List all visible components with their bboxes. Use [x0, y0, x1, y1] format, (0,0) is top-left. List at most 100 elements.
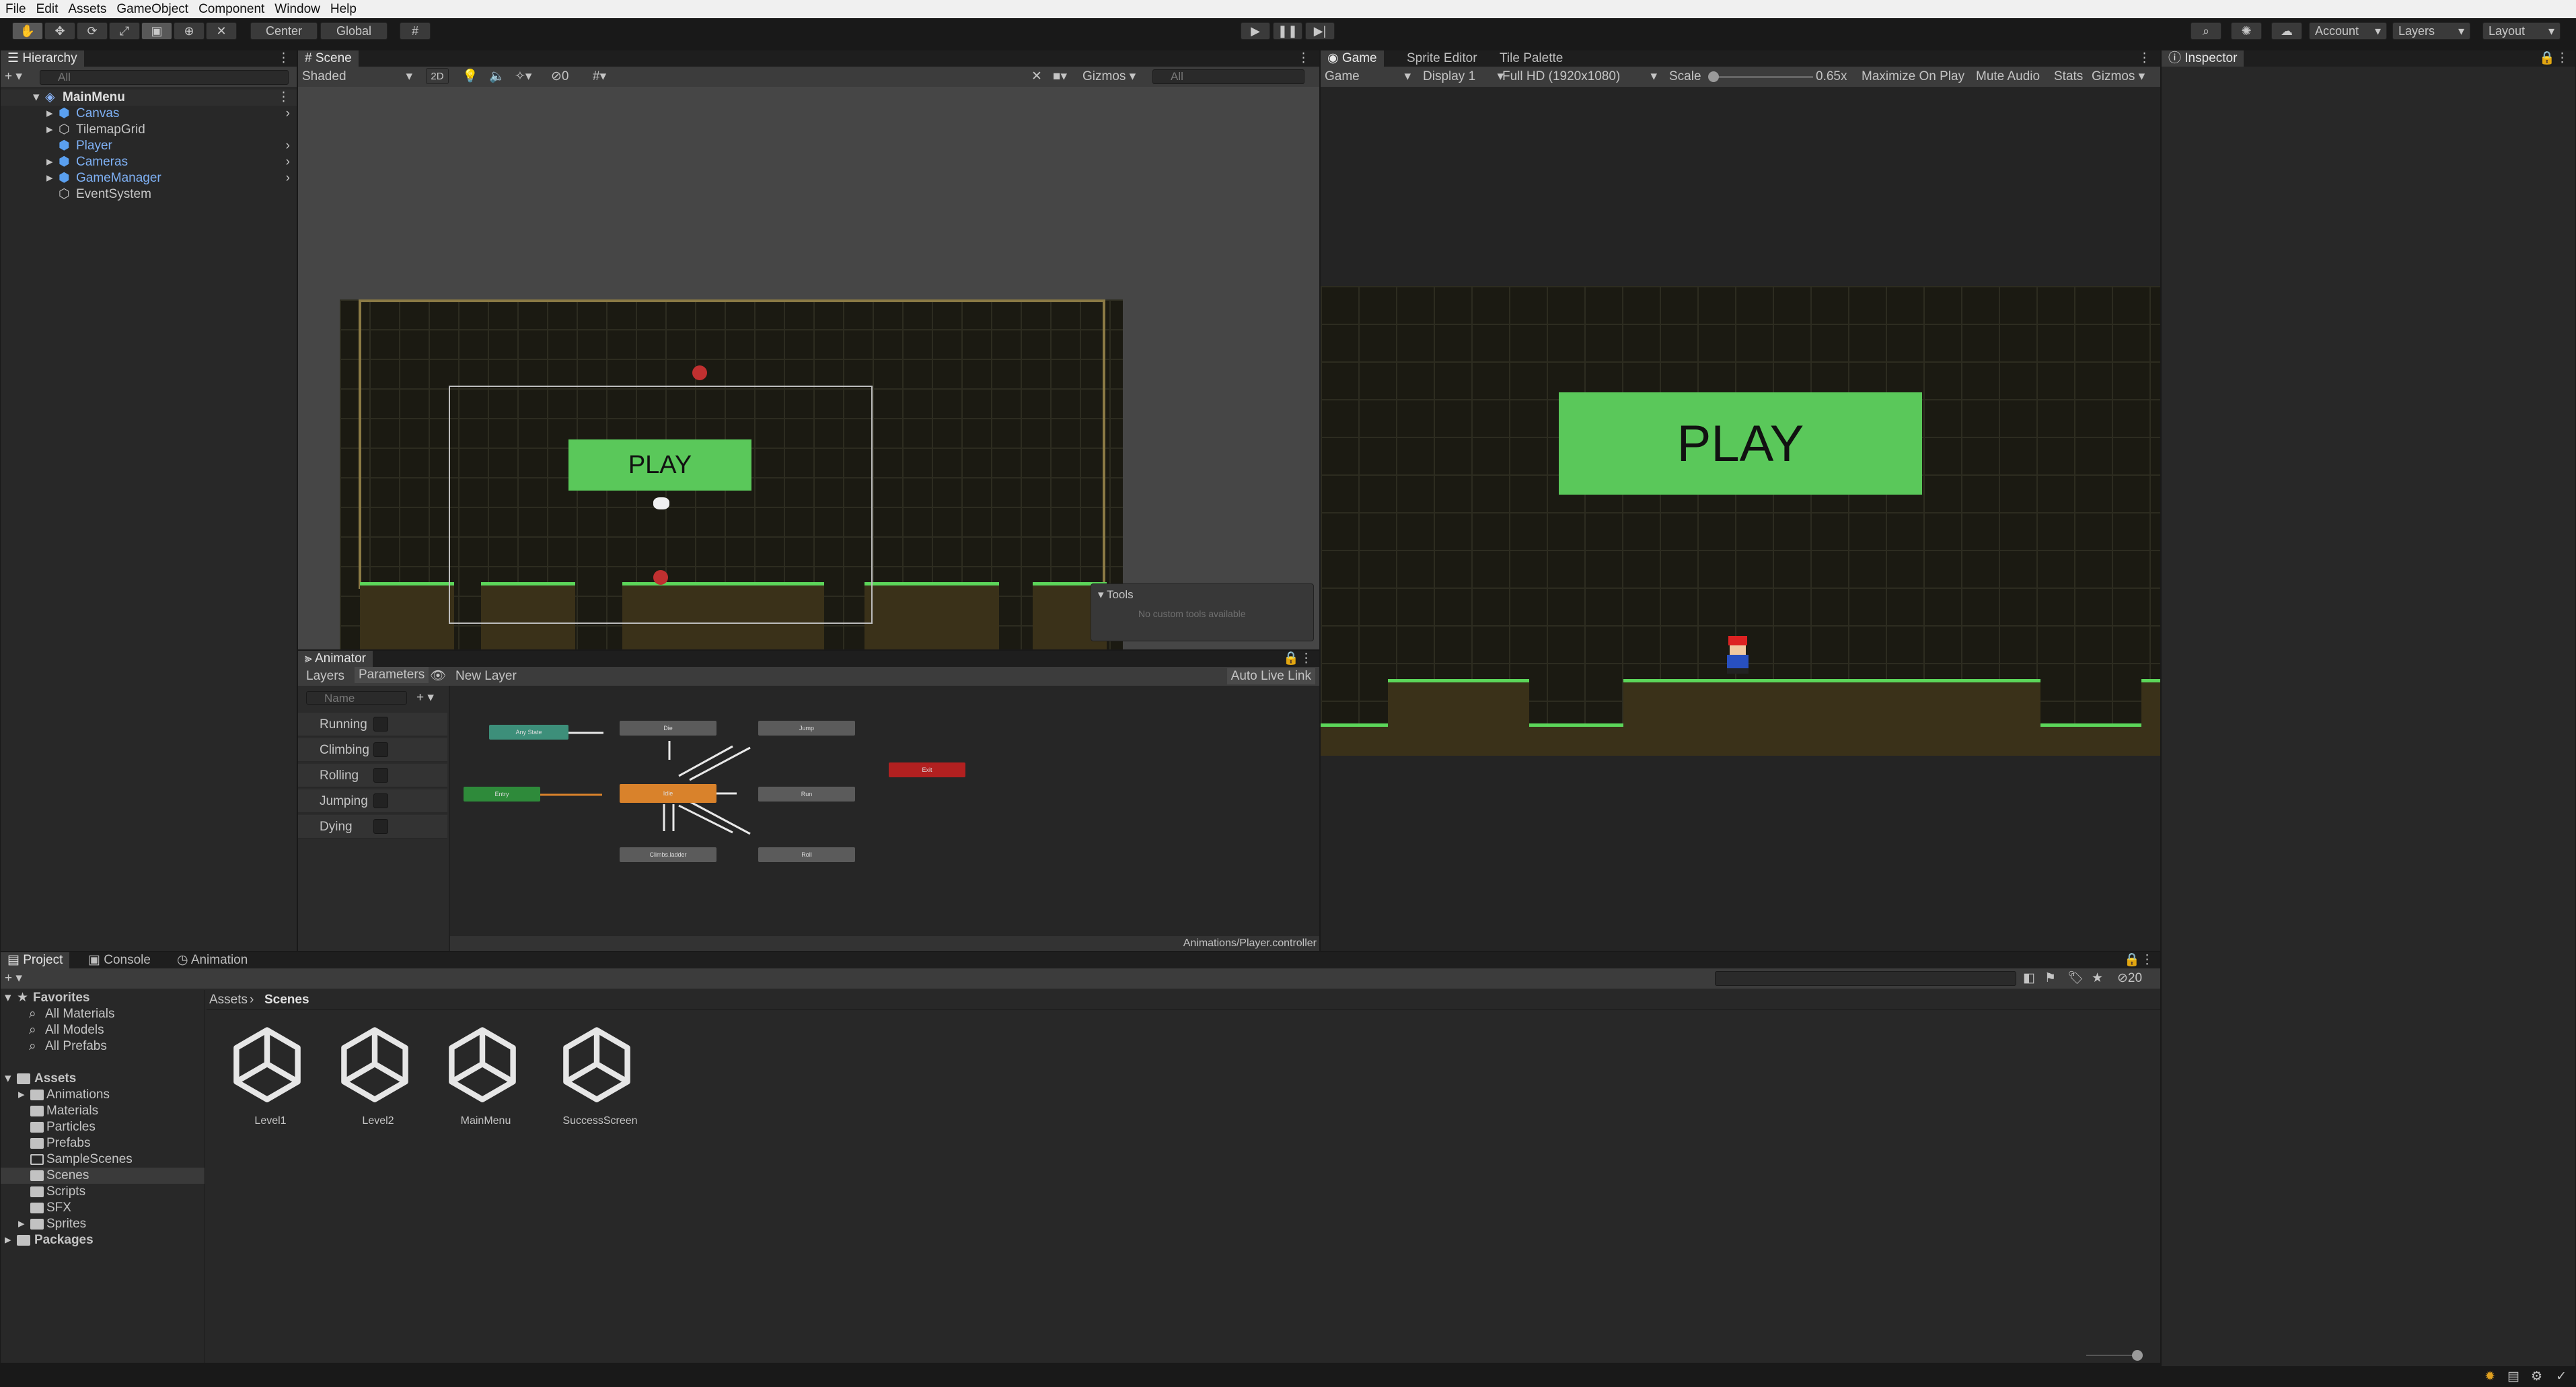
hierarchy-item-canvas[interactable]: ▸ ⬢ Canvas › [1, 106, 297, 122]
state-die[interactable]: Die [620, 721, 716, 736]
hierarchy-item-player[interactable]: ⬢ Player › [1, 138, 297, 154]
hierarchy-item-gamemanager[interactable]: ▸ ⬢ GameManager › [1, 170, 297, 186]
pivot-global-toggle[interactable]: Global [320, 22, 388, 40]
kebab-menu-icon[interactable]: ⋮ [2556, 50, 2569, 67]
menu-edit[interactable]: Edit [31, 2, 63, 17]
breadcrumb-assets[interactable]: Assets [209, 992, 248, 1008]
scene-root-row[interactable]: ▾ ◈ MainMenu ⋮ [1, 90, 297, 106]
state-run[interactable]: Run [758, 787, 855, 802]
tab-parameters[interactable]: Parameters [355, 667, 429, 683]
create-asset-icon[interactable]: + ▾ [5, 970, 22, 987]
menu-component[interactable]: Component [193, 2, 269, 17]
state-jump[interactable]: Jump [758, 721, 855, 736]
tag-icon[interactable]: 🏷 [2067, 970, 2084, 987]
game-gizmos-dropdown[interactable]: Gizmos ▾ [2092, 69, 2145, 85]
folder-scenes[interactable]: Scenes [1, 1168, 205, 1184]
pivot-center-toggle[interactable]: Center [250, 22, 318, 40]
parameter-checkbox[interactable] [373, 742, 388, 757]
scene-asset-mainmenu[interactable]: MainMenu [435, 1024, 536, 1138]
transform-tool-icon[interactable]: ⊕ [174, 22, 205, 40]
tab-game[interactable]: ◉ Game [1321, 50, 1384, 67]
folder-animations[interactable]: ▸ Animations [1, 1087, 205, 1103]
auto-live-link-toggle[interactable]: Auto Live Link [1226, 668, 1315, 684]
folder-sprites[interactable]: ▸ Sprites [1, 1216, 205, 1232]
layers-dropdown[interactable]: Layers ▾ [2392, 22, 2470, 40]
camera-icon[interactable]: ■▾ [1053, 69, 1067, 85]
parameter-search-input[interactable]: Name [306, 691, 407, 705]
move-tool-icon[interactable]: ✥ [44, 22, 75, 40]
folder-particles[interactable]: Particles [1, 1119, 205, 1135]
layer-breadcrumb[interactable]: New Layer [455, 668, 517, 684]
audio-icon[interactable]: 🔈 [489, 69, 505, 85]
parameter-running[interactable]: Running [298, 713, 447, 737]
toggle-2d-button[interactable]: 2D [426, 68, 449, 84]
pause-button[interactable]: ❚❚ [1273, 22, 1302, 40]
menu-window[interactable]: Window [269, 2, 325, 17]
folder-sfx[interactable]: SFX [1, 1200, 205, 1216]
effects-icon[interactable]: ✧▾ [515, 69, 531, 85]
custom-tool-icon[interactable]: ✕ [206, 22, 237, 40]
eye-icon[interactable]: 👁 [430, 668, 446, 684]
kebab-menu-icon[interactable]: ⋮ [277, 50, 290, 67]
kebab-menu-icon[interactable]: ⋮ [2141, 952, 2154, 968]
play-button[interactable]: ▶ [1241, 22, 1270, 40]
hidden-packages-icon[interactable]: ⊘20 [2117, 970, 2142, 987]
game-view-dropdown[interactable]: Game ▾ [1325, 69, 1411, 85]
assets-root-folder[interactable]: ▾ Assets [1, 1071, 205, 1087]
scale-slider-track[interactable] [1712, 76, 1813, 78]
menu-gameobject[interactable]: GameObject [111, 2, 193, 17]
scale-tool-icon[interactable]: ⤢ [109, 22, 140, 40]
resolution-dropdown[interactable]: Full HD (1920x1080) ▾ [1502, 69, 1657, 85]
scene-asset-successscreen[interactable]: SuccessScreen [543, 1024, 657, 1138]
grid-snap-icon[interactable]: # [400, 22, 431, 40]
parameter-checkbox[interactable] [373, 819, 388, 834]
game-play-button[interactable]: PLAY [1559, 392, 1922, 495]
state-machine-graph[interactable]: Any State Entry Exit Die Jump Idle Run C… [450, 686, 1319, 936]
state-entry[interactable]: Entry [464, 787, 540, 802]
cloud-icon[interactable]: ☁ [2271, 22, 2302, 40]
parameter-climbing[interactable]: Climbing [298, 738, 447, 762]
search-by-label-icon[interactable]: ⚑ [2045, 970, 2056, 987]
scene-search-input[interactable]: All [1152, 69, 1304, 84]
add-icon[interactable]: + ▾ [5, 69, 22, 85]
tab-inspector[interactable]: ⓘ Inspector [2162, 50, 2244, 67]
parameter-jumping[interactable]: Jumping [298, 789, 447, 814]
kebab-menu-icon[interactable]: ⋮ [1297, 50, 1310, 67]
rect-tool-icon[interactable]: ▣ [141, 22, 172, 40]
collab-icon[interactable]: ✺ [2231, 22, 2262, 40]
favorites-section[interactable]: ▾ ★ Favorites [1, 990, 205, 1006]
state-exit[interactable]: Exit [889, 762, 965, 777]
state-any-state[interactable]: Any State [489, 725, 568, 740]
search-by-type-icon[interactable]: ◧ [2023, 970, 2035, 987]
add-parameter-icon[interactable]: + ▾ [416, 690, 434, 706]
rotate-tool-icon[interactable]: ⟳ [77, 22, 108, 40]
hierarchy-item-tilemapgrid[interactable]: ▸ ⬡ TilemapGrid [1, 122, 297, 138]
search-icon[interactable]: ⌕ [2191, 22, 2221, 40]
menu-help[interactable]: Help [325, 2, 361, 17]
hierarchy-search-input[interactable]: All [40, 70, 289, 85]
state-climb-ladder[interactable]: Climbs.ladder [620, 847, 716, 862]
menu-file[interactable]: File [0, 2, 31, 17]
tab-layers[interactable]: Layers [306, 668, 344, 684]
tab-animator[interactable]: ⫸ Animator [298, 651, 373, 667]
packages-root-folder[interactable]: ▸ Packages [1, 1232, 205, 1248]
gizmos-dropdown[interactable]: Gizmos ▾ [1082, 69, 1143, 85]
tab-hierarchy[interactable]: ☰ Hierarchy [1, 50, 84, 67]
tab-scene[interactable]: # Scene [298, 50, 359, 67]
scene-level-tilemap[interactable]: PLAY [340, 299, 1123, 649]
scene-tools-icon[interactable]: ✕ [1031, 69, 1042, 85]
kebab-menu-icon[interactable]: ⋮ [2138, 50, 2151, 67]
lighting-icon[interactable]: 💡 [462, 69, 478, 85]
folder-scripts[interactable]: Scripts [1, 1184, 205, 1200]
grid-toggle-icon[interactable]: #▾ [593, 69, 606, 85]
stats-toggle[interactable]: Stats [2054, 69, 2083, 85]
parameter-checkbox[interactable] [373, 768, 388, 783]
project-search-input[interactable] [1715, 971, 2016, 986]
tab-console[interactable]: ▣ Console [81, 952, 157, 968]
display-dropdown[interactable]: Display 1 ▾ [1423, 69, 1504, 85]
favorite-all-models[interactable]: ⌕ All Models [1, 1022, 205, 1038]
step-button[interactable]: ▶| [1305, 22, 1335, 40]
maximize-on-play-toggle[interactable]: Maximize On Play [1862, 69, 1964, 85]
parameter-rolling[interactable]: Rolling [298, 764, 447, 788]
scene-play-button[interactable]: PLAY [568, 439, 751, 491]
